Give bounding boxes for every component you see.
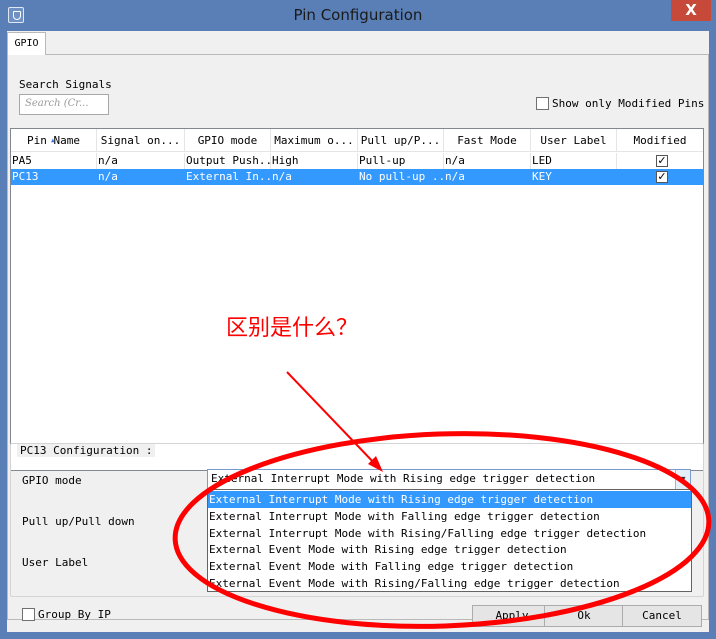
dropdown-option[interactable]: External Event Mode with Falling edge tr… [208,558,691,575]
column-header-signal[interactable]: Signal on... [97,129,185,152]
dropdown-option[interactable]: External Interrupt Mode with Falling edg… [208,508,691,525]
sort-ascending-icon: ▲ [51,137,55,144]
cell-pin-name: PA5 [11,153,97,169]
title-bar: Pin Configuration X [0,0,716,30]
annotation-text: 区别是什么？ [226,316,359,341]
search-input[interactable]: Search (Cr... [19,94,109,115]
chevron-down-icon[interactable]: ▾ [675,470,690,489]
cell-fast-mode: n/a [444,169,531,185]
dialog-window: Pin Configuration X GPIO Search Signals … [0,0,716,639]
group-by-ip-label: Group By IP [38,608,111,621]
user-label-label: User Label [22,556,89,569]
cell-pull: Pull-up [358,153,444,169]
column-header-gpio-mode[interactable]: GPIO mode [185,129,271,152]
window-title: Pin Configuration [293,6,423,24]
dropdown-option[interactable]: External Event Mode with Rising/Falling … [208,575,691,592]
show-modified-checkbox[interactable] [536,97,549,110]
cell-maximum-output: n/a [271,169,358,185]
dropdown-option[interactable]: External Event Mode with Rising edge tri… [208,541,691,558]
pull-label: Pull up/Pull down [22,515,135,528]
cell-user-label: LED [531,153,617,169]
column-header-fast-mode[interactable]: Fast Mode [444,129,531,152]
gpio-mode-label: GPIO mode [22,474,82,487]
cell-signal: n/a [97,153,185,169]
close-button[interactable]: X [671,0,711,21]
cell-gpio-mode: Output Push... [186,153,271,169]
modified-checkbox[interactable]: ✓ [656,155,668,167]
dropdown-option[interactable]: External Interrupt Mode with Rising/Fall… [208,525,691,542]
cancel-button[interactable]: Cancel [622,605,702,627]
cell-pull: No pull-up ... [359,169,444,185]
column-header-user-label[interactable]: User Label [531,129,617,152]
column-header-pin-name[interactable]: ▲ Pin Name [11,129,97,152]
dropdown-option[interactable]: External Interrupt Mode with Rising edge… [208,491,691,508]
search-signals-label: Search Signals [19,78,112,91]
ok-button[interactable]: Ok [544,605,624,627]
pin-table: ▲ Pin Name Signal on... GPIO mode Maximu… [10,128,704,471]
cell-pin-name: PC13 [11,169,97,185]
apply-button[interactable]: Apply [472,605,552,627]
cell-fast-mode: n/a [444,153,531,169]
column-header-maximum-output[interactable]: Maximum o... [271,129,358,152]
tab-gpio[interactable]: GPIO [7,32,46,55]
modified-checkbox[interactable]: ✓ [656,171,668,183]
table-header: ▲ Pin Name Signal on... GPIO mode Maximu… [11,129,703,152]
column-header-pull[interactable]: Pull up/P... [358,129,444,152]
gpio-mode-select[interactable]: External Interrupt Mode with Rising edge… [207,469,691,490]
group-by-ip-checkbox[interactable] [22,608,35,621]
table-row[interactable]: PA5 n/a Output Push... High Pull-up n/a … [11,153,703,169]
cell-gpio-mode: External In... [186,169,271,185]
cell-user-label: KEY [531,169,617,185]
pin-config-group-title: PC13 Configuration : [17,444,156,457]
cell-signal: n/a [97,169,185,185]
show-modified-label: Show only Modified Pins [552,97,705,110]
gpio-mode-dropdown-list: External Interrupt Mode with Rising edge… [207,489,692,592]
cell-maximum-output: High [271,153,358,169]
column-header-modified[interactable]: Modified [617,129,703,152]
table-row[interactable]: PC13 n/a External In... n/a No pull-up .… [11,169,703,185]
